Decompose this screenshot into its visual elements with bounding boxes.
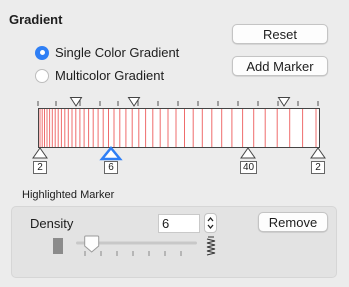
high-density-icon — [206, 236, 216, 256]
slider-ticks — [84, 251, 182, 256]
low-density-icon — [53, 238, 63, 254]
slider-thumb[interactable] — [84, 235, 100, 253]
density-slider-area[interactable] — [0, 0, 349, 287]
